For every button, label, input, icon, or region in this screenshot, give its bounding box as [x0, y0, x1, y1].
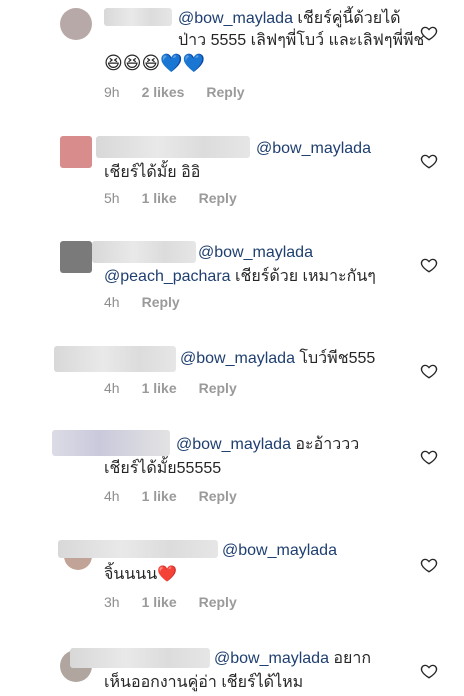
username-redacted[interactable]: [92, 241, 196, 263]
heart-icon[interactable]: [420, 24, 438, 42]
comment-body-2: เชียร์ได้มั้ย55555: [104, 460, 222, 477]
username-redacted[interactable]: [54, 346, 176, 372]
heart-icon[interactable]: [420, 362, 438, 380]
mention-link[interactable]: @bow_maylada: [214, 650, 329, 667]
timestamp: 9h: [104, 84, 120, 100]
username-redacted[interactable]: [96, 136, 250, 158]
mention-link[interactable]: @bow_maylada: [222, 542, 337, 559]
comment-body: โบว์พีช555: [299, 350, 376, 367]
reply-button[interactable]: Reply: [199, 488, 237, 504]
comment-text: @bow_maylada: [222, 540, 422, 562]
comment-meta: 4h 1 like Reply: [104, 380, 237, 396]
timestamp: 5h: [104, 190, 120, 206]
heart-icon[interactable]: [420, 152, 438, 170]
username-redacted[interactable]: [52, 430, 170, 456]
likes-count[interactable]: 1 like: [142, 190, 177, 206]
comment-meta: 9h 2 likes Reply: [104, 84, 245, 100]
mention-link[interactable]: @bow_maylada: [176, 436, 291, 453]
comment-body: จิ้นนนน❤️: [104, 566, 178, 583]
reply-button[interactable]: Reply: [199, 594, 237, 610]
comment-text: @bow_maylada: [256, 138, 426, 160]
reply-button[interactable]: Reply: [199, 190, 237, 206]
avatar[interactable]: [60, 136, 92, 168]
reply-button[interactable]: Reply: [142, 294, 180, 310]
heart-icon[interactable]: [420, 662, 438, 680]
comment-text: @bow_maylada อะอ้าววว: [176, 434, 416, 456]
likes-count[interactable]: 1 like: [142, 488, 177, 504]
comment-text: @bow_maylada โบว์พีช555: [180, 348, 420, 370]
likes-count[interactable]: 2 likes: [142, 84, 185, 100]
comment-text: @bow_maylada อยาก: [214, 648, 414, 670]
comment-meta: 4h 1 like Reply: [104, 488, 237, 504]
comment-text-body: เชียร์ด้วย เหมาะกันๆ: [235, 268, 376, 285]
timestamp: 3h: [104, 594, 120, 610]
heart-icon[interactable]: [420, 256, 438, 274]
mention-link[interactable]: @bow_maylada: [256, 140, 371, 157]
reply-button[interactable]: Reply: [206, 84, 244, 100]
comment-text: @bow_maylada: [198, 242, 408, 264]
mention-link[interactable]: @bow_maylada: [198, 244, 313, 261]
timestamp: 4h: [104, 488, 120, 504]
avatar[interactable]: [60, 241, 92, 273]
username-redacted[interactable]: [104, 8, 172, 26]
comment-meta: 5h 1 like Reply: [104, 190, 237, 206]
mention-link-2[interactable]: @peach_pachara: [104, 268, 231, 285]
comment-meta: 4h Reply: [104, 294, 180, 310]
timestamp: 4h: [104, 294, 120, 310]
username-redacted[interactable]: [58, 540, 218, 558]
likes-count[interactable]: 1 like: [142, 380, 177, 396]
comment-body: เชียร์ได้มั้ย อิอิ: [104, 164, 201, 181]
username-redacted[interactable]: [70, 648, 210, 668]
comment-body: อยาก: [333, 650, 372, 667]
heart-icon[interactable]: [420, 556, 438, 574]
comment-body-2: เห็นออกงานคู่อ่า เชียร์ได้ไหม: [104, 674, 304, 691]
timestamp: 4h: [104, 380, 120, 396]
likes-count[interactable]: 1 like: [142, 594, 177, 610]
comment-body: อะอ้าววว: [295, 436, 360, 453]
comment-body: @peach_pachara เชียร์ด้วย เหมาะกันๆ: [104, 266, 424, 288]
comment-text: @bow_maylada เชียร์คู่นี้ด้วยได้ป่าว 555…: [178, 8, 428, 52]
mention-link[interactable]: @bow_maylada: [180, 350, 295, 367]
heart-icon[interactable]: [420, 448, 438, 466]
comment-meta: 3h 1 like Reply: [104, 594, 237, 610]
mention-link[interactable]: @bow_maylada: [178, 10, 293, 27]
reply-button[interactable]: Reply: [199, 380, 237, 396]
avatar[interactable]: [60, 8, 92, 40]
emoji-row: 😆😆😆💙💙: [104, 53, 206, 73]
